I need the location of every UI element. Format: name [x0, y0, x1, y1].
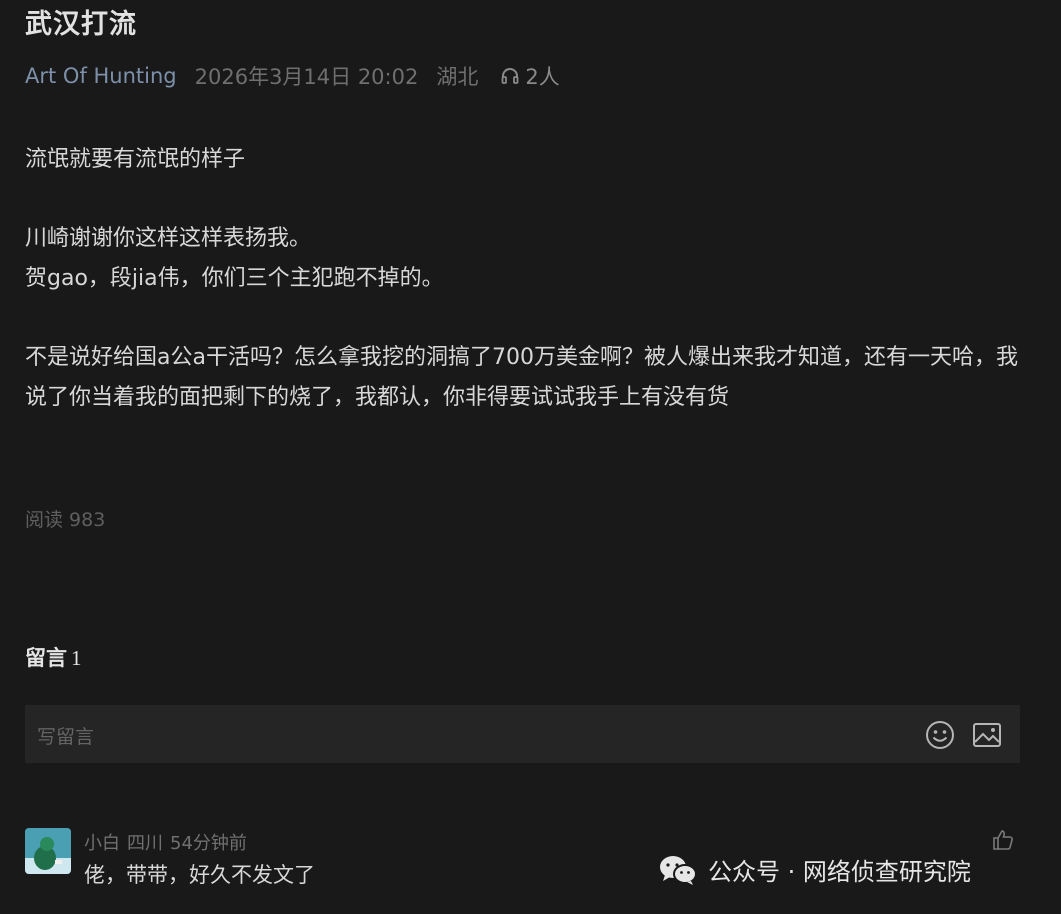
paragraph: 川崎谢谢你这样这样表扬我。 [25, 226, 312, 251]
comment-meta: 小白 四川 54分钟前 [84, 829, 254, 855]
read-number: 983 [69, 509, 106, 531]
comment-user[interactable]: 小白 [84, 833, 120, 854]
emoji-icon[interactable] [924, 719, 956, 755]
comments-header: 留言 1 [25, 642, 82, 672]
comment-placeholder: 写留言 [37, 726, 95, 748]
listener-count: 2人 [525, 65, 560, 89]
avatar[interactable] [25, 828, 71, 874]
read-label: 阅读 [25, 509, 64, 531]
comment-location: 四川 [127, 833, 163, 854]
comment-text: 佬，带带，好久不发文了 [84, 863, 315, 887]
thumbs-up-icon[interactable] [991, 828, 1015, 856]
article-title: 武汉打流 [25, 9, 137, 40]
wechat-icon [660, 855, 697, 885]
paragraph: 不是说好给国a公a干活吗？怎么拿我挖的洞搞了700万美金啊？被人爆出来我才知道，… [25, 345, 1018, 410]
comment-time: 54分钟前 [170, 833, 247, 854]
watermark: 公众号 · 网络侦查研究院 [658, 852, 971, 887]
comments-label: 留言 [25, 646, 67, 670]
watermark-text: 公众号 · 网络侦查研究院 [708, 858, 971, 886]
listen-button[interactable]: 2人 [500, 61, 560, 91]
image-icon[interactable] [971, 719, 1003, 755]
read-count: 阅读 983 [25, 505, 105, 532]
publish-date: 2026年3月14日 20:02 [194, 65, 419, 89]
comments-count: 1 [71, 646, 82, 670]
paragraph: 贺gao，段jia伟，你们三个主犯跑不掉的。 [25, 266, 444, 291]
article-body: 流氓就要有流氓的样子 川崎谢谢你这样这样表扬我。 贺gao，段jia伟，你们三个… [25, 140, 1030, 418]
author-link[interactable]: Art Of Hunting [25, 64, 177, 88]
headphones-icon [501, 68, 519, 84]
paragraph: 流氓就要有流氓的样子 [25, 147, 246, 172]
comment-input[interactable]: 写留言 [25, 705, 1020, 763]
publish-region: 湖北 [436, 65, 479, 89]
article-meta: Art Of Hunting 2026年3月14日 20:02 湖北 2人 [25, 62, 560, 90]
